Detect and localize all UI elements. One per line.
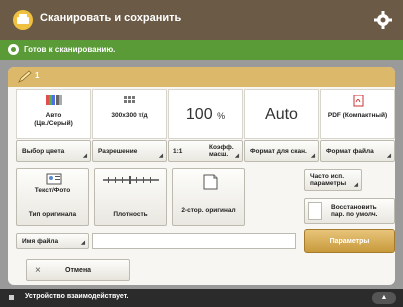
resolution-icon [123,96,135,103]
color-select-button[interactable]: Выбор цвета ◢ [16,140,91,162]
gear-icon[interactable] [373,10,393,30]
file-name-label: Имя файла [22,238,59,245]
corner-arrow-icon: ◢ [311,153,315,159]
expand-up-icon[interactable]: ▲ [372,292,396,304]
resolution-label: Разрешение [98,148,138,155]
ratio-prefix-label: 1:1 [173,148,183,155]
file-name-button[interactable]: Имя файла ◢ [16,233,89,249]
original-type-value: Текст/Фото [34,187,71,194]
file-format-button[interactable]: Формат файла ◢ [320,140,395,162]
ratio-button[interactable]: 1:1 Коэфф. масш. ◢ [168,140,243,162]
color-select-label: Выбор цвета [22,148,65,155]
frequent-settings-button[interactable]: Часто исп. параметры ◢ [304,169,362,191]
status-text: Готов к сканированию. [24,45,116,54]
original-type-label: Тип оригинала [28,211,77,218]
text-photo-icon [46,173,62,185]
device-status-text: Устройство взаимодействует. [25,293,129,300]
scan-size-label: Формат для скан. [250,148,307,155]
color-mode-icon [45,95,62,105]
summary-ratio-value: 100 [185,106,213,123]
scan-save-icon [13,10,33,30]
summary-size: Auto [244,89,319,139]
file-format-label: Формат файла [326,148,374,155]
cancel-button[interactable]: × Отмена [26,259,130,281]
close-icon: × [35,265,41,276]
summary-ratio-unit: % [217,111,226,121]
restore-defaults-label: Восстановить пар. по умолч. [331,204,378,218]
resolution-button[interactable]: Разрешение ◢ [92,140,167,162]
duplex-button[interactable]: 2-стор. оригинал [172,168,245,226]
original-type-button[interactable]: Текст/Фото Тип оригинала [16,168,89,226]
scan-size-button[interactable]: Формат для скан. ◢ [244,140,319,162]
page-title: Сканировать и сохранить [40,12,182,24]
panel-header [8,67,395,87]
summary-color-line2: (Цв./Серый) [34,120,73,127]
corner-arrow-icon: ◢ [235,153,239,159]
options-label: Параметры [329,238,370,245]
corner-arrow-icon: ◢ [159,153,163,159]
summary-resolution: 300x300 т/д [92,89,167,139]
summary-resolution-text: 300x300 т/д [111,112,148,119]
restore-icon [308,202,322,220]
summary-color: Авто (Цв./Серый) [16,89,91,139]
options-button[interactable]: Параметры [304,229,395,253]
summary-ratio: 100 % [168,89,243,139]
corner-arrow-icon: ◢ [387,153,391,159]
duplex-label: 2-стор. оригинал [181,207,236,214]
summary-size-value: Auto [265,106,298,123]
density-button[interactable]: Плотность [94,168,167,226]
corner-arrow-icon: ◢ [354,182,358,188]
corner-arrow-icon: ◢ [83,153,87,159]
summary-color-line1: Авто [45,112,62,119]
status-icon [8,44,19,55]
duplex-original-icon [203,174,218,190]
corner-arrow-icon: ◢ [81,240,85,246]
summary-format: PDF (Компактный) [320,89,395,139]
pencil-icon [18,70,32,83]
summary-format-text: PDF (Компактный) [327,112,388,119]
cancel-label: Отмена [65,267,92,274]
file-name-field[interactable] [92,233,296,249]
pdf-icon [353,95,363,107]
device-status-icon [9,295,14,300]
frequent-settings-label: Часто исп. параметры [310,173,347,187]
density-slider-icon [103,176,159,184]
panel-number: 1 [35,71,40,80]
restore-defaults-button[interactable]: Восстановить пар. по умолч. [304,198,395,224]
density-label: Плотность [113,211,148,218]
